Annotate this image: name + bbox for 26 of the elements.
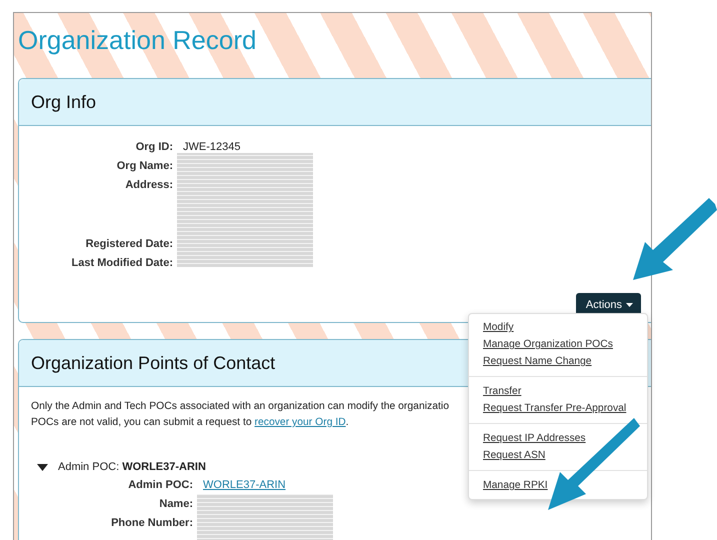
- caret-icon: [626, 303, 633, 307]
- menu-item[interactable]: Request IP Addresses: [469, 430, 647, 447]
- menu-item[interactable]: Request Transfer Pre-Approval: [469, 400, 647, 417]
- recover-org-id-link[interactable]: recover your Org ID: [254, 417, 346, 428]
- menu-item[interactable]: Manage Organization POCs: [469, 336, 647, 353]
- section-heading: Admin POC: WORLE37-ARIN: [58, 461, 206, 473]
- field-label: Org ID:: [134, 141, 173, 155]
- menu-item[interactable]: Request ASN: [469, 447, 647, 464]
- card-title: Organization Points of Contact: [31, 352, 276, 374]
- menu-item[interactable]: Manage RPKI: [469, 477, 647, 494]
- menu-item[interactable]: Request Name Change: [469, 353, 647, 370]
- field-label: Address:: [124, 179, 173, 193]
- page-title: Organization Record: [18, 25, 258, 57]
- poc-handle-link[interactable]: WORLE37-ARIN: [203, 479, 333, 498]
- field-label: Name:: [158, 498, 193, 512]
- menu-item[interactable]: Transfer: [469, 383, 647, 400]
- field-label: Phone Number:: [110, 517, 193, 531]
- field-value: JWE-12345: [183, 141, 242, 155]
- field-label: Registered Date:: [84, 238, 173, 252]
- info-paragraph: Only the Admin and Tech POCs associated with an organization can modify the organizatio POCs are not valid, you can submit a request to recover your Org ID.: [31, 400, 449, 430]
- menu-item[interactable]: Modify: [469, 319, 647, 336]
- card-title: Org Info: [31, 92, 96, 112]
- field-label: Admin POC:: [127, 479, 193, 493]
- field-label: Last Modified Date:: [70, 257, 173, 271]
- disclosure-triangle-icon[interactable]: [37, 464, 48, 470]
- field-label: Org Name:: [116, 160, 173, 174]
